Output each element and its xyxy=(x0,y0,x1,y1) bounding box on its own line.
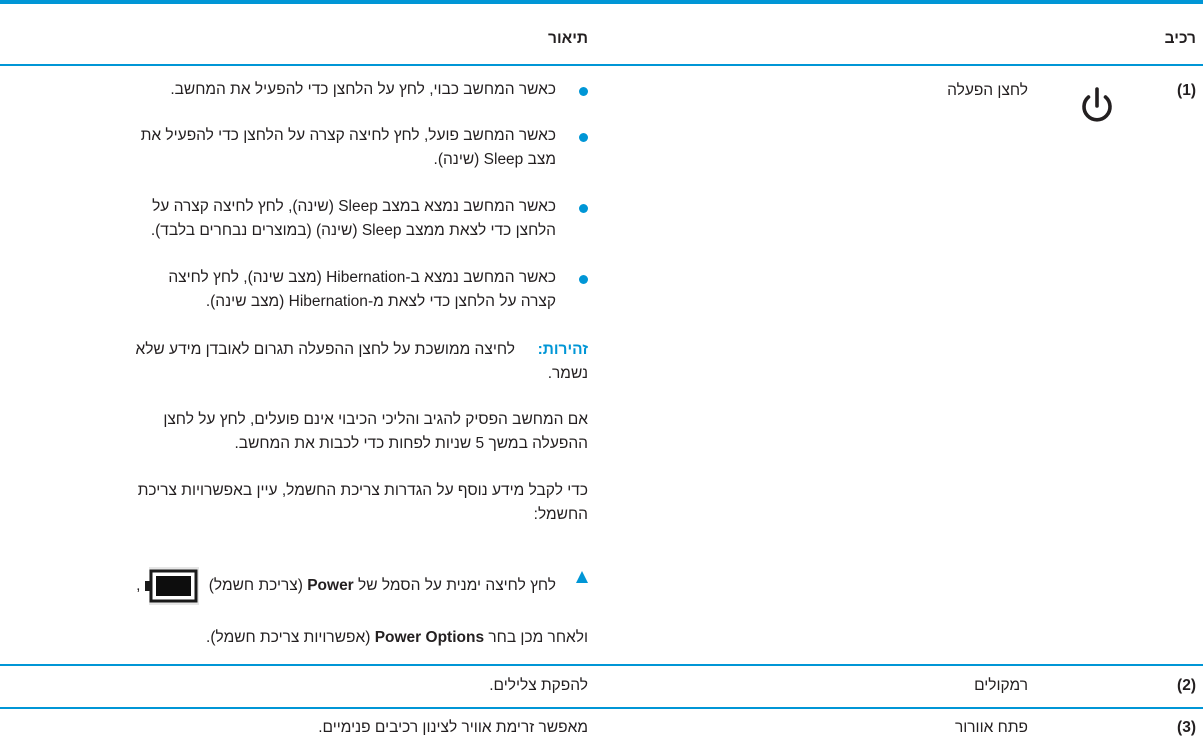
warning-text-cont: נשמר. xyxy=(547,365,588,382)
procedure-step: לחץ לחיצה ימנית על הסמל של Power (צריכת … xyxy=(10,567,588,605)
warning-label: זהירות: xyxy=(537,341,588,358)
list-item: כאשר המחשב פועל, לחץ לחיצה קצרה על הלחצן… xyxy=(10,124,588,172)
paragraph: כדי לקבל מידע נוסף על הגדרות צריכת החשמל… xyxy=(10,479,588,527)
header-rule xyxy=(0,64,1203,66)
step-text-part: (צריכת חשמל) xyxy=(204,577,308,595)
power-term: Power xyxy=(307,577,354,595)
list-item-text: כאשר המחשב כבוי, לחץ על הלחצן כדי להפעיל… xyxy=(170,81,556,98)
step-text-part: ולאחר מכן בחר xyxy=(484,629,588,646)
warning-note: זהירות: לחיצה ממושכת על לחצן ההפעלה תגרו… xyxy=(10,338,588,386)
list-item-line: כאשר המחשב פועל, לחץ לחיצה קצרה על הלחצן… xyxy=(140,127,556,144)
row-number: (3) xyxy=(1177,719,1196,736)
header-component: רכיב xyxy=(1164,30,1196,47)
list-item: כאשר המחשב כבוי, לחץ על הלחצן כדי להפעיל… xyxy=(10,78,588,102)
row-number: (1) xyxy=(1177,82,1196,99)
list-item-text: כאשר המחשב נמצא ב-Hibernation (מצב שינה)… xyxy=(10,266,556,314)
component-description: מאפשר זרימת אוויר לצינון רכיבים פנימיים. xyxy=(318,719,588,736)
step-triangle-icon xyxy=(576,571,588,583)
power-icon xyxy=(1082,87,1112,122)
step-text-part: , xyxy=(136,577,141,595)
row-rule xyxy=(0,707,1203,709)
paragraph-line: כדי לקבל מידע נוסף על הגדרות צריכת החשמל… xyxy=(137,482,588,499)
paragraph-line: אם המחשב הפסיק להגיב והליכי הכיבוי אינם … xyxy=(163,411,588,428)
component-name: רמקולים xyxy=(974,677,1028,694)
power-options-term: Power Options xyxy=(374,629,485,646)
component-description: להפקת צלילים. xyxy=(489,677,588,694)
list-item: כאשר המחשב נמצא במצב Sleep (שינה), לחץ ל… xyxy=(10,195,588,243)
list-item-line: מצב Sleep (שינה). xyxy=(433,151,556,168)
paragraph-line: החשמל: xyxy=(533,506,588,523)
warning-text: לחיצה ממושכת על לחצן ההפעלה תגרום לאובדן… xyxy=(135,341,515,358)
step-text: לחץ לחיצה ימנית על הסמל של Power (צריכת … xyxy=(10,567,556,605)
row-number: (2) xyxy=(1177,677,1196,694)
list-item: כאשר המחשב נמצא ב-Hibernation (מצב שינה)… xyxy=(10,266,588,314)
list-item-text: כאשר המחשב נמצא במצב Sleep (שינה), לחץ ל… xyxy=(10,195,556,243)
list-item-line: כאשר המחשב נמצא ב-Hibernation (מצב שינה)… xyxy=(168,269,556,286)
row-rule xyxy=(0,664,1203,666)
paragraph: אם המחשב הפסיק להגיב והליכי הכיבוי אינם … xyxy=(10,408,588,456)
step-text-part: לחץ לחיצה ימנית על הסמל של xyxy=(353,577,556,595)
battery-icon xyxy=(142,567,202,605)
paragraph-line: ההפעלה במשך 5 שניות לפחות כדי לכבות את ה… xyxy=(234,435,589,452)
component-table: רכיב תיאור (1) לחצן הפעלה כאשר המחשב כבו… xyxy=(0,0,1203,742)
bullet-icon xyxy=(579,204,588,213)
list-item-line: כאשר המחשב נמצא במצב Sleep (שינה), לחץ ל… xyxy=(152,198,556,215)
procedure-step-cont: ולאחר מכן בחר Power Options (אפשרויות צר… xyxy=(10,626,588,650)
list-item-line: קצרה על הלחצן כדי לצאת מ-Hibernation (מצ… xyxy=(205,293,556,310)
table-top-rule xyxy=(0,0,1203,4)
list-item-text: כאשר המחשב פועל, לחץ לחיצה קצרה על הלחצן… xyxy=(10,124,556,172)
component-name: לחצן הפעלה xyxy=(947,82,1028,99)
bullet-icon xyxy=(579,87,588,96)
list-item-line: הלחצן כדי לצאת ממצב Sleep (שינה) (במוצרי… xyxy=(150,222,556,239)
header-description: תיאור xyxy=(548,30,588,47)
bullet-icon xyxy=(579,275,588,284)
bullet-icon xyxy=(579,133,588,142)
step-text-part: (אפשרויות צריכת חשמל). xyxy=(206,629,375,646)
component-name: פתח אוורור xyxy=(954,719,1028,736)
